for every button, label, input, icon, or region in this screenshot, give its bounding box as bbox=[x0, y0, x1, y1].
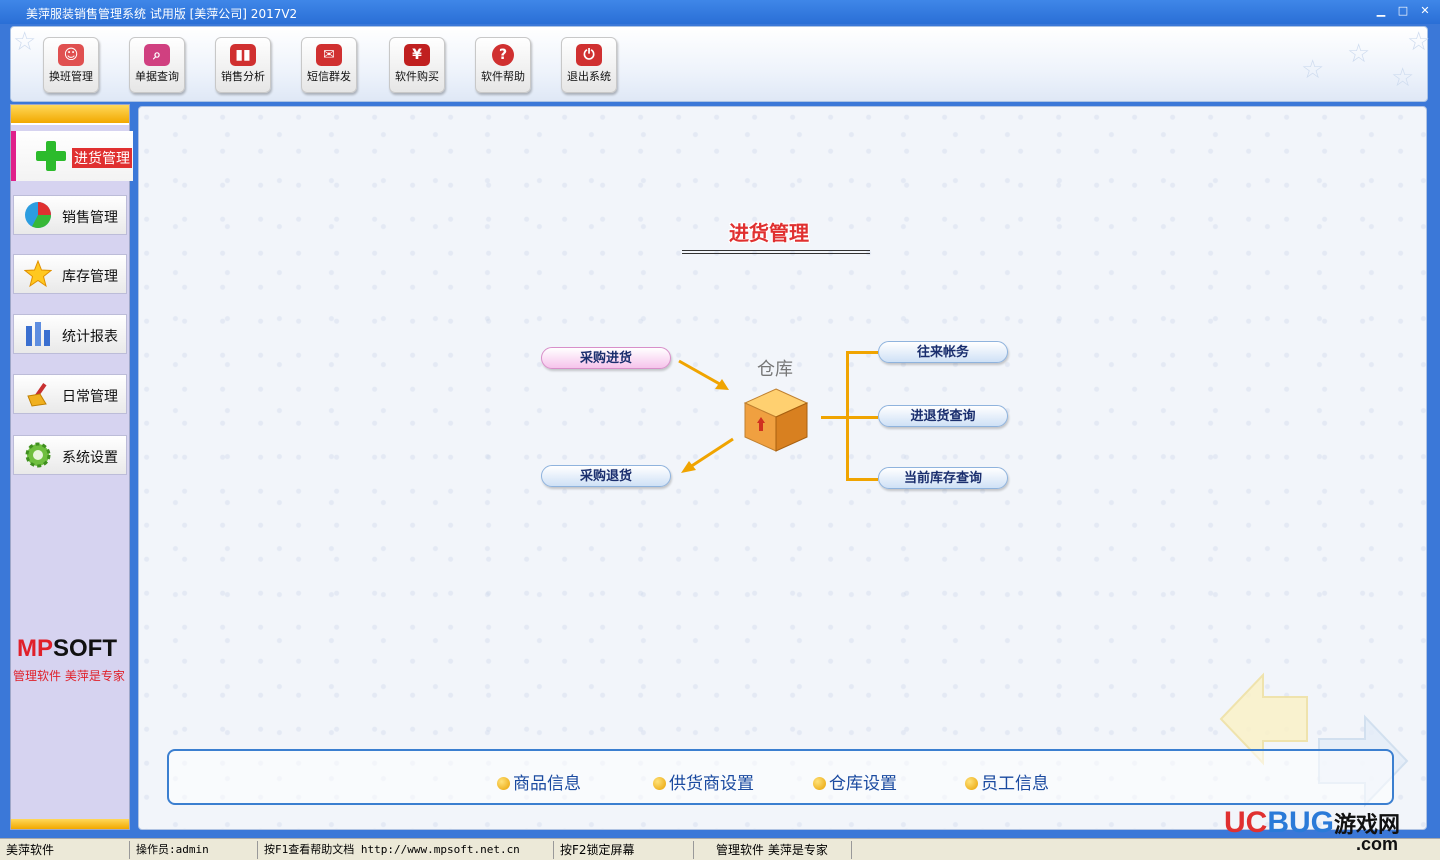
bracket-connector bbox=[821, 416, 847, 419]
status-operator: 操作员:admin bbox=[132, 841, 258, 859]
toolbar-label: 短信群发 bbox=[307, 70, 351, 83]
status-help: 按F1查看帮助文档 http://www.mpsoft.net.cn bbox=[260, 841, 554, 859]
main-panel: 进货管理 采购进货 采购退货 仓库 往来帐务 进退货查询 当前库存查询 商品信息… bbox=[138, 106, 1427, 830]
sidebar-item-purchase-management[interactable]: 进货管理 bbox=[11, 131, 133, 181]
user-swap-icon: ☺ bbox=[58, 44, 84, 66]
purchase-in-button[interactable]: 采购进货 bbox=[541, 347, 671, 369]
page-title: 进货管理 bbox=[729, 221, 809, 245]
product-info-link[interactable]: 商品信息 bbox=[497, 769, 581, 794]
star-decoration-icon: ☆ bbox=[1407, 27, 1431, 57]
sidebar-item-label: 进货管理 bbox=[72, 148, 132, 168]
arrow-right-down-icon bbox=[678, 359, 729, 390]
sidebar-item-label: 统计报表 bbox=[62, 329, 118, 345]
sidebar-item-label: 系统设置 bbox=[62, 450, 118, 466]
logo-mp: MP bbox=[17, 635, 53, 662]
accounts-button[interactable]: 往来帐务 bbox=[878, 341, 1008, 363]
logo-soft: SOFT bbox=[53, 635, 117, 662]
star-decoration-icon: ☆ bbox=[1391, 63, 1415, 93]
document-query-button[interactable]: ⌕ 单据查询 bbox=[129, 37, 185, 93]
star-decoration-icon: ☆ bbox=[13, 27, 37, 57]
link-label: 供货商设置 bbox=[669, 774, 754, 794]
broom-icon bbox=[27, 383, 47, 407]
toolbar-label: 软件购买 bbox=[395, 70, 439, 83]
bracket-connector bbox=[846, 478, 878, 481]
bullet-icon bbox=[497, 777, 510, 790]
toolbar-label: 退出系统 bbox=[567, 70, 611, 83]
status-lock: 按F2锁定屏幕 bbox=[556, 841, 694, 859]
watermark-com: .com bbox=[1356, 834, 1399, 854]
sidebar-top-bar bbox=[11, 105, 129, 125]
toolbar-label: 销售分析 bbox=[221, 70, 265, 83]
watermark-uc: UC bbox=[1224, 806, 1268, 839]
purchase-return-button[interactable]: 采购退货 bbox=[541, 465, 671, 487]
plus-icon bbox=[36, 141, 66, 171]
title-underline bbox=[682, 250, 870, 254]
logo-tagline: 管理软件 美萍是专家 bbox=[13, 669, 125, 683]
envelope-icon: ✉ bbox=[316, 44, 342, 66]
in-return-query-button[interactable]: 进退货查询 bbox=[878, 405, 1008, 427]
title-bar: 美萍服装销售管理系统 试用版 [美萍公司] 2017V2 ▁ □ ✕ bbox=[0, 0, 1440, 24]
magnifier-icon: ⌕ bbox=[144, 44, 170, 66]
current-stock-query-button[interactable]: 当前库存查询 bbox=[878, 467, 1008, 489]
sidebar-item-sales-management[interactable]: 销售管理 bbox=[13, 195, 127, 235]
warehouse-settings-link[interactable]: 仓库设置 bbox=[813, 769, 897, 794]
bracket-connector bbox=[846, 351, 878, 354]
link-label: 员工信息 bbox=[981, 774, 1049, 794]
toolbar-label: 软件帮助 bbox=[481, 70, 525, 83]
toolbar: ☆ ☆ ☆ ☆ ☆ ☺ 换班管理 ⌕ 单据查询 ▮▮ 销售分析 ✉ 短信群发 ¥… bbox=[10, 26, 1431, 102]
status-slogan: 管理软件 美萍是专家 bbox=[696, 841, 852, 859]
supplier-settings-link[interactable]: 供货商设置 bbox=[653, 769, 754, 794]
sidebar-item-inventory-management[interactable]: 库存管理 bbox=[13, 254, 127, 294]
employee-info-link[interactable]: 员工信息 bbox=[965, 769, 1049, 794]
quick-links-panel: 商品信息 供货商设置 仓库设置 员工信息 bbox=[167, 749, 1394, 805]
sidebar-item-label: 销售管理 bbox=[62, 210, 118, 226]
bullet-icon bbox=[653, 777, 666, 790]
exit-system-button[interactable]: ⏻ 退出系统 bbox=[561, 37, 617, 93]
sms-broadcast-button[interactable]: ✉ 短信群发 bbox=[301, 37, 357, 93]
bullet-icon bbox=[813, 777, 826, 790]
close-button[interactable]: ✕ bbox=[1416, 3, 1434, 19]
window-title: 美萍服装销售管理系统 试用版 [美萍公司] 2017V2 bbox=[26, 7, 298, 21]
minimize-button[interactable]: ▁ bbox=[1372, 3, 1390, 19]
gear-icon bbox=[25, 442, 51, 468]
warehouse-box-icon bbox=[743, 388, 809, 452]
star-icon bbox=[24, 260, 52, 288]
bar-chart-icon: ▮▮ bbox=[230, 44, 256, 66]
arrow-left-down-icon bbox=[681, 437, 734, 473]
buy-software-button[interactable]: ¥ 软件购买 bbox=[389, 37, 445, 93]
sidebar-item-system-settings[interactable]: 系统设置 bbox=[13, 435, 127, 475]
software-help-button[interactable]: ? 软件帮助 bbox=[475, 37, 531, 93]
sidebar-item-label: 库存管理 bbox=[62, 269, 118, 285]
shift-management-button[interactable]: ☺ 换班管理 bbox=[43, 37, 99, 93]
sidebar: 进货管理 销售管理 库存管理 统计报表 日常管理 系统设置 MPSOFT 管理软… bbox=[10, 104, 133, 830]
sidebar-bottom-bar bbox=[11, 819, 129, 829]
bracket-connector bbox=[846, 416, 878, 419]
star-decoration-icon: ☆ bbox=[1347, 39, 1371, 69]
link-label: 仓库设置 bbox=[829, 774, 897, 794]
sidebar-item-label: 日常管理 bbox=[62, 389, 118, 405]
pie-chart-icon bbox=[25, 202, 51, 228]
report-bars-icon bbox=[26, 322, 50, 346]
link-label: 商品信息 bbox=[513, 774, 581, 794]
sidebar-item-daily-management[interactable]: 日常管理 bbox=[13, 374, 127, 414]
watermark-bug: BUG bbox=[1267, 806, 1335, 839]
help-icon: ? bbox=[492, 44, 514, 66]
bullet-icon bbox=[965, 777, 978, 790]
toolbar-label: 换班管理 bbox=[49, 70, 93, 83]
yen-icon: ¥ bbox=[404, 44, 430, 66]
status-bar: 美萍软件 操作员:admin 按F1查看帮助文档 http://www.mpso… bbox=[0, 838, 1440, 860]
maximize-button[interactable]: □ bbox=[1394, 3, 1412, 19]
power-icon: ⏻ bbox=[576, 44, 602, 66]
status-app: 美萍软件 bbox=[2, 841, 130, 859]
sidebar-item-statistics-report[interactable]: 统计报表 bbox=[13, 314, 127, 354]
sales-analysis-button[interactable]: ▮▮ 销售分析 bbox=[215, 37, 271, 93]
star-decoration-icon: ☆ bbox=[1301, 55, 1325, 85]
toolbar-label: 单据查询 bbox=[135, 70, 179, 83]
warehouse-label: 仓库 bbox=[757, 359, 793, 380]
mpsoft-logo: MPSOFT bbox=[17, 635, 125, 663]
